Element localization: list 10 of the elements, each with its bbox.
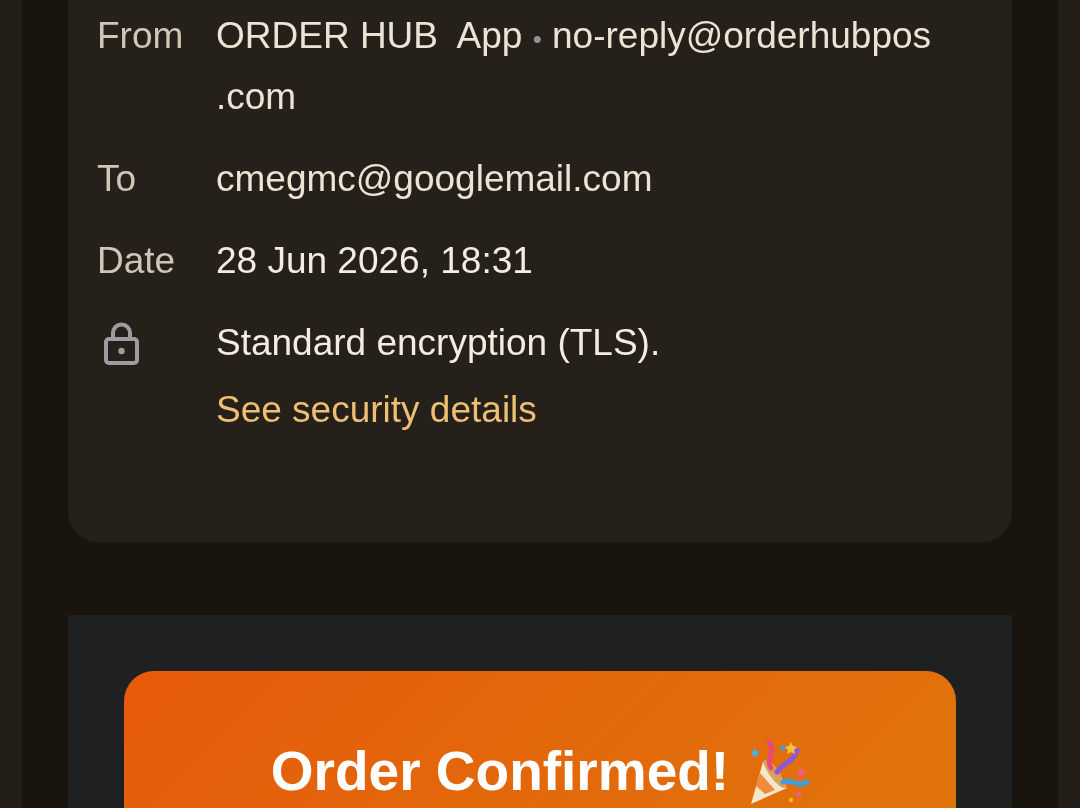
- to-label: To: [97, 157, 138, 201]
- security-details-link[interactable]: See security details: [216, 381, 537, 439]
- date-value: 28 Jun 2026, 18:31: [216, 239, 533, 283]
- date-label: Date: [97, 239, 177, 283]
- recipient-email: cmegmc@googlemail.com: [216, 157, 653, 201]
- encryption-text: Standard encryption (TLS).: [216, 321, 661, 365]
- banner-title: Order Confirmed!: [270, 739, 730, 803]
- lock-icon: [104, 321, 139, 365]
- sender-text: ORDER HUB App • no-reply@orderhubpos.com: [216, 14, 933, 119]
- from-label: From: [97, 14, 185, 58]
